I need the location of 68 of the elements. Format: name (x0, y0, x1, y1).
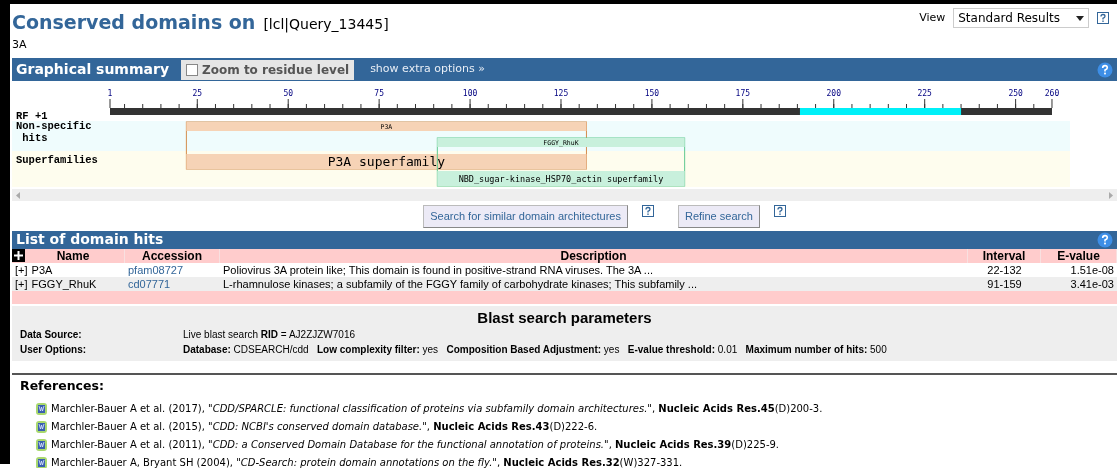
track-label: Superfamilies (16, 154, 98, 166)
extra-options-link[interactable]: show extra options » (370, 61, 485, 78)
reference-text: Marchler-Bauer A et al. (2011), "CDD: a Conserved Domain Database for the functional annotation of proteins.", Nucleic Acids Res.39(D)225-9. (51, 438, 780, 453)
column-header: Name (55, 248, 91, 263)
accession-link[interactable]: cd07771 (128, 277, 171, 290)
tick-label: 260 (1044, 89, 1060, 98)
expand-toggle[interactable]: [+] (15, 277, 28, 290)
section-title: List of domain hits (16, 230, 164, 249)
table-cell: 91-159 (987, 277, 1022, 290)
tick-label: 200 (826, 89, 841, 98)
parameter-value: Live blast search RID = AJ2ZJZW7016 (183, 328, 356, 342)
expand-toggle[interactable]: [+] (15, 263, 28, 276)
help-icon[interactable] (1097, 12, 1109, 24)
accession-link[interactable]: pfam08727 (128, 263, 184, 276)
reference-text: Marchler-Bauer A, Bryant SH (2004), "CD-Search: protein domain annotations on the fly.", Nucleic Acids Res.32(W)327-331. (51, 456, 683, 468)
help-icon[interactable] (773, 205, 786, 217)
refine-search-button[interactable]: Refine search (677, 205, 760, 228)
column-header: Description (560, 248, 627, 263)
references-title: References: (20, 377, 105, 395)
scroll-left-icon (16, 191, 20, 199)
track-label: Non-specific hits (16, 120, 92, 144)
tick-label: 100 (462, 89, 478, 98)
tick-label: 50 (283, 89, 294, 98)
table-cell: P3A (31, 263, 53, 276)
tick-label: 25 (192, 89, 203, 98)
table-cell: FGGY_RhuK (31, 277, 97, 290)
pubmed-icon[interactable] (36, 402, 47, 415)
reference-text: Marchler-Bauer A et al. (2017), "CDD/SPARCLE: functional classification of proteins via subfamily domain architectures.", Nucleic Acids Res.45(D)200-3. (51, 402, 823, 417)
table-cell: L-rhamnulose kinases; a subfamily of the FGGY family of carbohydrate kinases; This subfamily ... (223, 277, 698, 290)
parameter-label: Data Source: (20, 328, 83, 342)
search-similar-button[interactable]: Search for similar domain architectures (423, 205, 628, 228)
query-id: [lcl|Query_13445] (263, 15, 389, 35)
column-header: Accession (142, 248, 202, 263)
parameter-label: User Options: (20, 343, 88, 357)
expand-all-icon[interactable] (12, 249, 25, 262)
page-title: Conserved domains on (12, 10, 256, 35)
pubmed-icon[interactable] (36, 420, 47, 433)
superfamily-label: P3A superfamily (327, 154, 446, 169)
sequence-name: 3A (12, 36, 28, 53)
ruler-label: RF +1 (16, 110, 48, 122)
table-cell: 3.41e-03 (1070, 277, 1114, 290)
table-cell: 1.51e-08 (1070, 263, 1114, 276)
help-icon[interactable] (1097, 231, 1113, 248)
scroll-right-icon (1109, 191, 1113, 199)
tick-label: 225 (917, 89, 932, 98)
column-header: Interval (982, 248, 1026, 263)
panel-title: Blast search parameters (477, 308, 652, 326)
view-select[interactable]: Standard Results (953, 8, 1089, 28)
pubmed-icon[interactable] (36, 438, 47, 451)
zoom-checkbox[interactable]: Zoom to residue level (181, 59, 355, 80)
help-icon[interactable] (1097, 61, 1113, 78)
table-cell: Poliovirus 3A protein like; This domain is found in positive-strand RNA viruses. The 3A ... (223, 263, 654, 276)
section-title: Graphical summary (16, 60, 169, 79)
tick-label: 250 (1008, 89, 1023, 98)
pubmed-icon[interactable] (36, 456, 47, 468)
tick-label: 125 (553, 89, 569, 98)
table-cell: 22-132 (987, 263, 1022, 276)
help-icon[interactable] (641, 205, 654, 217)
tick-label: 175 (735, 89, 751, 98)
superfamily-label: NBD_sugar-kinase_HSP70_actin superfamily (458, 174, 664, 184)
caret-icon (1076, 15, 1084, 21)
parameter-value: Database: CDSEARCH/cdd Low complexity filter: yes Composition Based Adjustment: yes E-value threshold: 0.01 Maximum number of hits: 500 (183, 343, 887, 357)
view-label: View (919, 9, 946, 26)
reference-text: Marchler-Bauer A et al. (2015), "CDD: NCBI's conserved domain database.", Nucleic Acids Res.43(D)222-6. (51, 420, 598, 435)
tick-label: 150 (644, 89, 660, 98)
tick-label: 1 (107, 89, 113, 98)
tick-label: 75 (374, 89, 384, 98)
column-header: E-value (1057, 248, 1100, 263)
